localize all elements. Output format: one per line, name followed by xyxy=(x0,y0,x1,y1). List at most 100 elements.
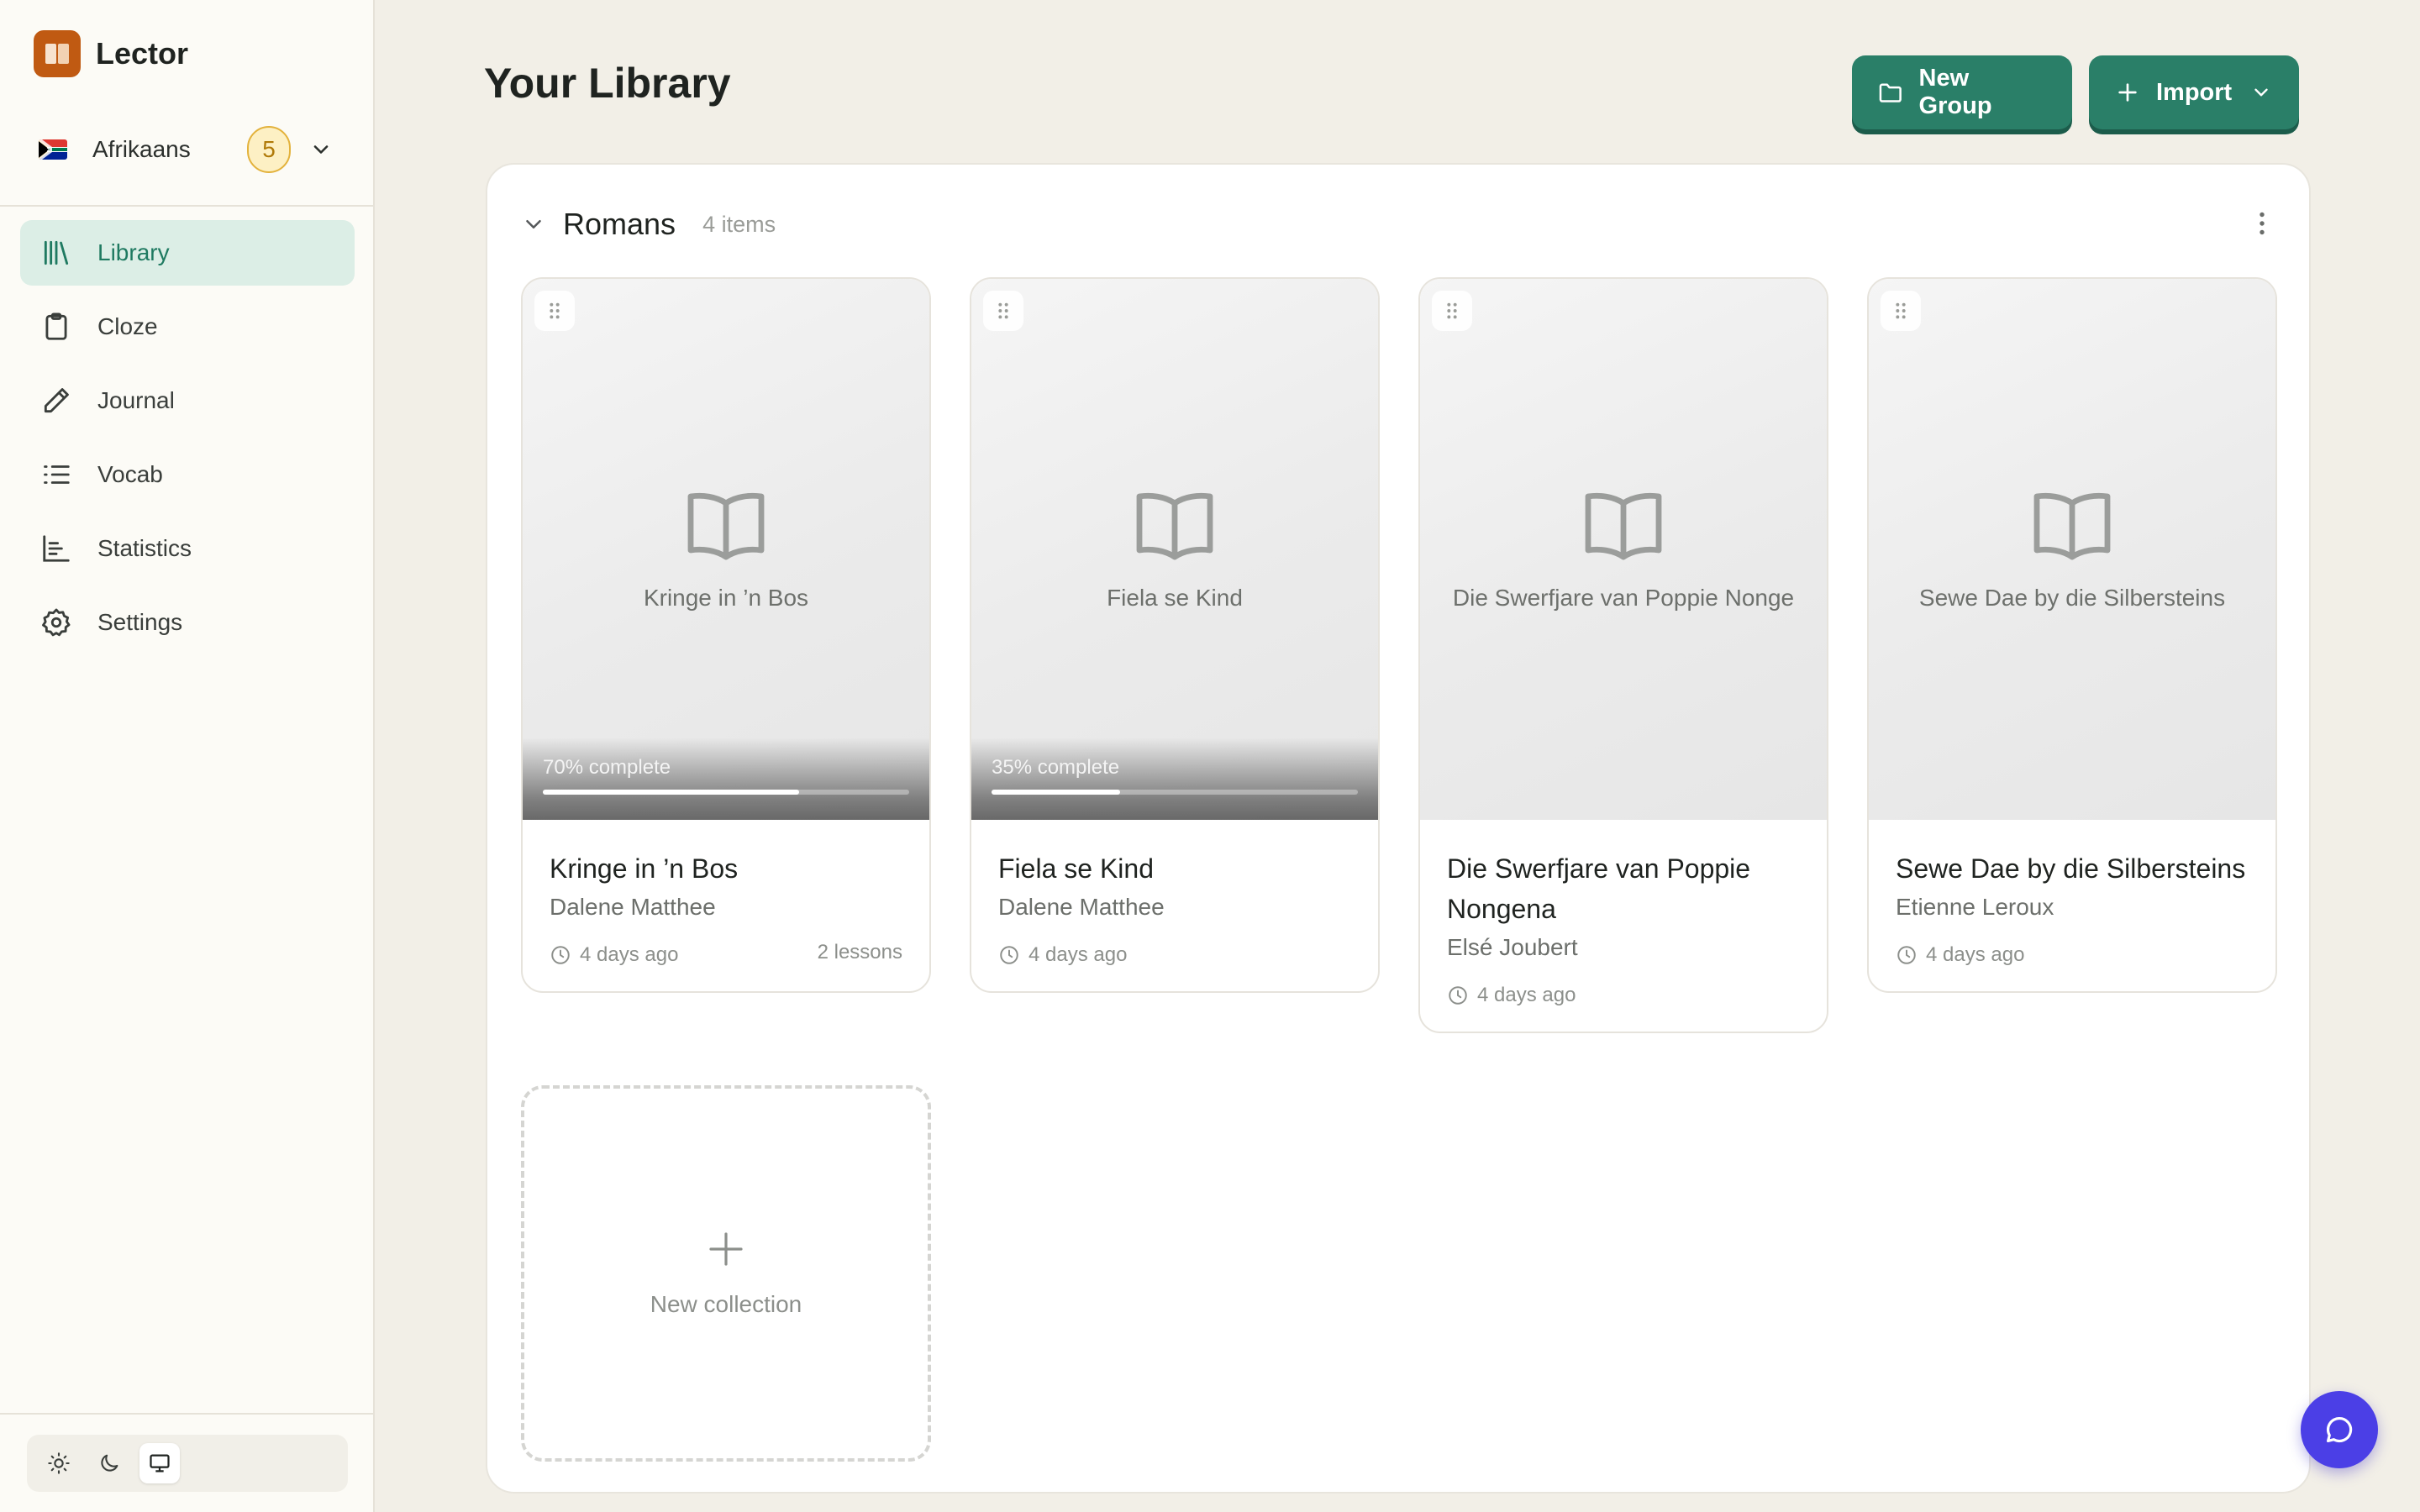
chat-bubble-icon xyxy=(2326,1416,2353,1443)
sidebar-item-vocab[interactable]: Vocab xyxy=(20,442,355,507)
book-meta: 4 days ago xyxy=(1896,942,2249,968)
sidebar-item-settings[interactable]: Settings xyxy=(20,590,355,655)
book-card[interactable]: Die Swerfjare van Poppie Nonge Die Swerf… xyxy=(1418,277,1828,1033)
book-updated: 4 days ago xyxy=(1926,943,2025,966)
more-vertical-icon[interactable] xyxy=(2247,208,2277,239)
book-meta: 4 days ago xyxy=(1447,983,1800,1008)
language-name: Afrikaans xyxy=(92,136,191,162)
progress-bar xyxy=(992,790,1358,795)
book-info: Die Swerfjare van Poppie Nongena Elsé Jo… xyxy=(1420,820,1827,1032)
chevron-down-icon[interactable] xyxy=(309,138,333,161)
cover-title: Sewe Dae by die Silbersteins xyxy=(1918,585,2226,611)
sidebar-item-journal[interactable]: Journal xyxy=(20,368,355,433)
bar-chart-icon xyxy=(43,535,70,562)
library-icon xyxy=(44,240,69,265)
clock-icon xyxy=(551,946,570,964)
book-info: Kringe in ’n Bos Dalene Matthee 4 days a… xyxy=(523,820,929,991)
new-collection-button[interactable]: New collection xyxy=(521,1085,931,1462)
new-group-label: New Group xyxy=(1918,65,1992,119)
plus-icon xyxy=(709,1232,743,1266)
book-card[interactable]: Sewe Dae by die Silbersteins Sewe Dae by… xyxy=(1867,277,2277,993)
progress-fill xyxy=(992,790,1120,795)
progress-overlay: 70% complete xyxy=(523,738,929,820)
progress-label: 35% complete xyxy=(992,756,1120,779)
sidebar-item-label: Statistics xyxy=(97,535,192,561)
clock-icon xyxy=(1449,986,1467,1005)
book-updated: 4 days ago xyxy=(580,943,679,966)
group-header[interactable]: Romans 4 items xyxy=(521,207,776,242)
cover-title: Kringe in ’n Bos xyxy=(643,585,809,611)
gear-icon xyxy=(42,608,71,637)
sidebar-bottom-divider xyxy=(0,1413,375,1415)
import-label: Import xyxy=(2156,78,2233,106)
book-info: Fiela se Kind Dalene Matthee 4 days ago xyxy=(971,820,1378,991)
folder-icon xyxy=(1879,83,1902,102)
chevron-down-icon xyxy=(2254,88,2268,97)
drag-handle[interactable] xyxy=(534,291,575,331)
book-title: Kringe in ’n Bos xyxy=(550,853,739,884)
book-author: Elsé Joubert xyxy=(1447,934,1578,960)
theme-system-button[interactable] xyxy=(139,1443,180,1483)
book-title: Fiela se Kind xyxy=(998,853,1154,884)
book-title: Die Swerfjare van Poppie Nongena xyxy=(1447,853,1751,924)
book-title: Sewe Dae by die Silbersteins xyxy=(1896,853,2246,884)
book-cover[interactable]: Die Swerfjare van Poppie Nonge xyxy=(1420,279,1827,820)
cover-title: Die Swerfjare van Poppie Nonge xyxy=(1452,585,1795,611)
chat-button[interactable] xyxy=(2301,1391,2378,1468)
group-item-count: 4 items xyxy=(702,211,776,237)
drag-dots-icon xyxy=(550,302,560,319)
theme-light-button[interactable] xyxy=(39,1443,79,1483)
sidebar: Lector Afrikaans 5 Library Cloze Journal… xyxy=(0,0,375,1512)
sidebar-item-label: Cloze xyxy=(97,313,158,339)
book-meta: 4 days ago xyxy=(998,942,1351,968)
group-panel: Romans 4 items Kringe in ’n Bos 70% comp… xyxy=(486,163,2311,1494)
progress-label: 70% complete xyxy=(543,756,671,779)
new-group-button[interactable]: New Group xyxy=(1852,55,2072,129)
sidebar-item-library[interactable]: Library xyxy=(20,220,355,286)
clock-icon xyxy=(1000,946,1018,964)
book-cover[interactable]: Kringe in ’n Bos 70% complete xyxy=(523,279,929,820)
sidebar-item-label: Library xyxy=(97,239,170,265)
theme-dark-button[interactable] xyxy=(89,1443,129,1483)
group-name: Romans xyxy=(563,207,676,241)
drag-dots-icon xyxy=(1447,302,1457,319)
book-author: Dalene Matthee xyxy=(550,894,716,920)
book-cover[interactable]: Fiela se Kind 35% complete xyxy=(971,279,1378,820)
streak-badge: 5 xyxy=(247,126,291,173)
drag-dots-icon xyxy=(998,302,1008,319)
book-updated: 4 days ago xyxy=(1028,943,1128,966)
sidebar-item-cloze[interactable]: Cloze xyxy=(20,294,355,360)
sidebar-item-label: Journal xyxy=(97,387,175,413)
sidebar-item-label: Vocab xyxy=(97,461,163,487)
clipboard-icon xyxy=(45,312,67,340)
drag-dots-icon xyxy=(1896,302,1906,319)
app-name: Lector xyxy=(96,36,189,71)
new-collection-label: New collection xyxy=(650,1291,802,1317)
open-book-icon xyxy=(2033,492,2111,560)
book-author: Dalene Matthee xyxy=(998,894,1165,920)
main-nav: Library Cloze Journal Vocab Statistics S… xyxy=(20,220,355,664)
drag-handle[interactable] xyxy=(983,291,1023,331)
sun-icon xyxy=(48,1452,70,1474)
drag-handle[interactable] xyxy=(1432,291,1472,331)
open-book-icon xyxy=(1585,492,1662,560)
chevron-down-icon[interactable] xyxy=(521,212,546,237)
book-card[interactable]: Kringe in ’n Bos 70% complete Kringe in … xyxy=(521,277,931,993)
book-cover[interactable]: Sewe Dae by die Silbersteins xyxy=(1869,279,2275,820)
drag-handle[interactable] xyxy=(1881,291,1921,331)
moon-icon xyxy=(101,1454,118,1472)
plus-icon xyxy=(2118,83,2137,102)
sidebar-divider xyxy=(0,205,375,207)
language-selector[interactable]: Afrikaans 5 xyxy=(39,124,341,175)
monitor-icon xyxy=(150,1454,170,1473)
brand[interactable]: Lector xyxy=(34,30,188,77)
import-button[interactable]: Import xyxy=(2089,55,2299,129)
sidebar-item-statistics[interactable]: Statistics xyxy=(20,516,355,581)
book-updated: 4 days ago xyxy=(1477,984,1576,1006)
book-card[interactable]: Fiela se Kind 35% complete Fiela se Kind… xyxy=(970,277,1380,993)
list-icon xyxy=(44,465,70,484)
book-author: Etienne Leroux xyxy=(1896,894,2054,920)
sidebar-item-label: Settings xyxy=(97,609,183,635)
south-africa-flag-icon xyxy=(39,139,67,160)
progress-bar xyxy=(543,790,909,795)
